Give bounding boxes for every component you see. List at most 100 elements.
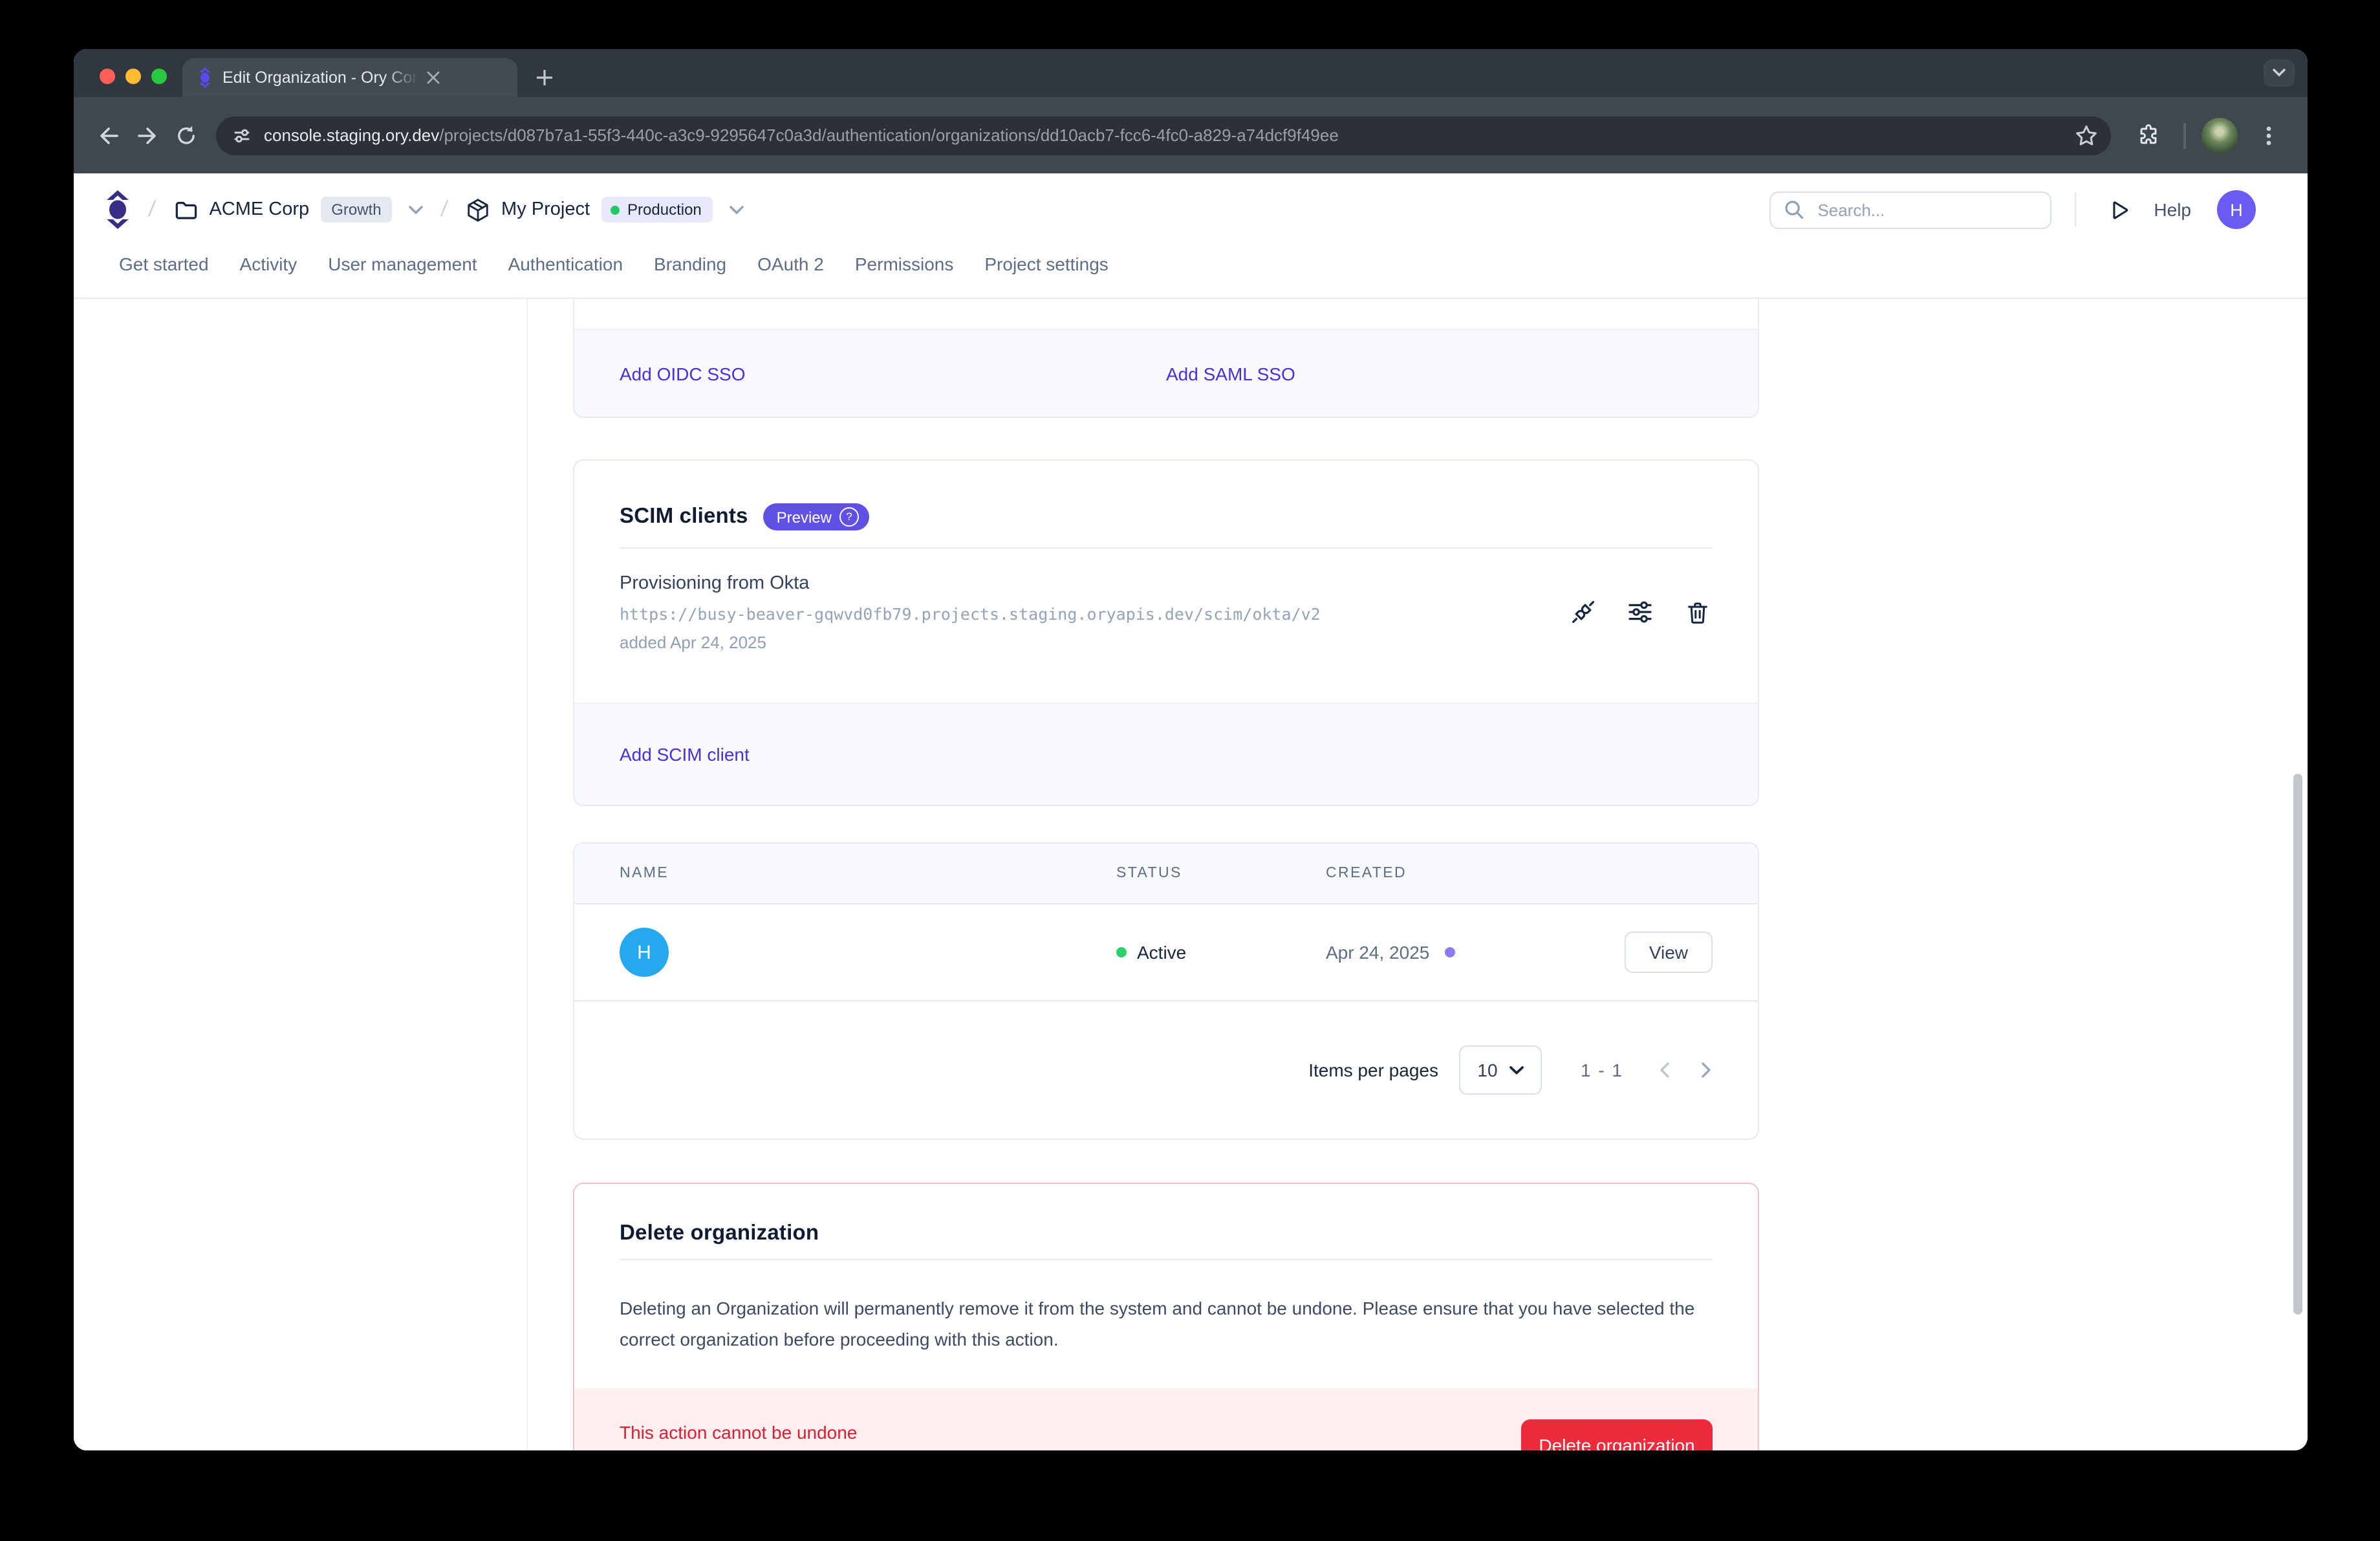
tab-branding[interactable]: Branding	[654, 248, 726, 279]
ory-logo[interactable]	[105, 190, 131, 229]
previous-page-icon[interactable]	[1660, 1062, 1670, 1078]
user-avatar[interactable]: H	[2217, 190, 2256, 229]
active-status-dot	[1116, 947, 1127, 957]
tab-authentication[interactable]: Authentication	[508, 248, 623, 279]
extensions-icon[interactable]	[2129, 116, 2168, 155]
address-bar[interactable]: console.staging.ory.dev/projects/d087b7a…	[216, 116, 2111, 155]
scim-card-title: SCIM clients	[620, 505, 748, 529]
project-nav: Get started Activity User management Aut…	[74, 246, 2308, 299]
page-scrollbar-thumb[interactable]	[2293, 774, 2302, 1315]
add-saml-sso-link[interactable]: Add SAML SSO	[1166, 363, 1295, 384]
project-name: My Project	[501, 199, 590, 220]
tab-close-icon[interactable]	[422, 66, 445, 89]
scim-clients-card: SCIM clients Preview? Provisioning from …	[573, 459, 1759, 806]
add-scim-client-link[interactable]: Add SCIM client	[620, 744, 750, 765]
help-link[interactable]: Help	[2154, 199, 2191, 220]
run-playground-button[interactable]	[2099, 191, 2136, 228]
workspace-switcher[interactable]: ACME Corp Growth	[173, 197, 422, 223]
minimize-window-button[interactable]	[125, 69, 141, 84]
workspace-name: ACME Corp	[209, 199, 309, 220]
tab-permissions[interactable]: Permissions	[855, 248, 954, 279]
tab-search-button[interactable]	[2264, 60, 2295, 87]
delete-card-title: Delete organization	[620, 1221, 819, 1245]
delete-organization-button[interactable]: Delete organization	[1521, 1419, 1713, 1450]
delete-card-footer: This action cannot be undone Delete orga…	[574, 1388, 1758, 1450]
ory-console-page: / ACME Corp Growth / My Projec	[74, 173, 2308, 1450]
tab-get-started[interactable]: Get started	[119, 248, 209, 279]
tab-activity[interactable]: Activity	[240, 248, 298, 279]
items-per-page-label: Items per pages	[1308, 1060, 1438, 1080]
card-divider	[620, 1259, 1713, 1260]
scim-card-footer: Add SCIM client	[574, 703, 1758, 805]
add-oidc-sso-link[interactable]: Add OIDC SSO	[620, 363, 746, 384]
next-page-icon[interactable]	[1701, 1062, 1711, 1078]
org-avatar: H	[620, 928, 669, 977]
table-header-row: NAME STATUS CREATED	[574, 844, 1758, 904]
toolbar-divider	[2183, 122, 2186, 148]
close-window-button[interactable]	[100, 69, 115, 84]
scim-client-url: https://busy-beaver-gqwvd0fb79.projects.…	[620, 604, 1568, 624]
bookmark-star-icon[interactable]	[2070, 118, 2103, 152]
delete-trash-icon[interactable]	[1682, 596, 1713, 628]
ory-favicon-icon	[198, 67, 212, 88]
search-input[interactable]	[1815, 199, 1988, 221]
browser-profile-avatar[interactable]	[2202, 117, 2238, 153]
page-size-select[interactable]: 10	[1459, 1045, 1542, 1095]
project-env-badge: Production	[601, 197, 713, 223]
tab-oauth2[interactable]: OAuth 2	[757, 248, 824, 279]
workspace-plan-badge: Growth	[321, 197, 391, 223]
page-range-label: 1 - 1	[1581, 1060, 1623, 1080]
env-status-dot	[611, 205, 620, 214]
pagination-bar: Items per pages 10 1 - 1	[574, 1001, 1758, 1139]
window-controls	[100, 69, 167, 84]
site-settings-icon[interactable]	[232, 125, 252, 146]
reload-button[interactable]	[167, 116, 206, 155]
browser-menu-icon[interactable]	[2251, 117, 2287, 153]
scim-client-name: Provisioning from Okta	[620, 573, 1568, 594]
delete-warning-text: This action cannot be undone	[620, 1422, 857, 1443]
breadcrumb-separator: /	[147, 197, 157, 223]
back-button[interactable]	[89, 116, 128, 155]
project-switcher[interactable]: My Project Production	[465, 197, 744, 223]
search-input-wrapper	[1769, 191, 2051, 228]
folder-icon	[173, 197, 197, 222]
tab-project-settings[interactable]: Project settings	[984, 248, 1108, 279]
forward-button[interactable]	[128, 116, 167, 155]
search-icon	[1784, 199, 1804, 220]
header-divider	[2075, 193, 2076, 226]
sso-card: Add OIDC SSO Add SAML SSO	[573, 299, 1759, 418]
organization-table-card: NAME STATUS CREATED H Active Apr 24, 202…	[573, 842, 1759, 1140]
tab-title: Edit Organization - Ory Console	[222, 69, 419, 87]
status-cell: Active	[1116, 942, 1326, 963]
content-area: Add OIDC SSO Add SAML SSO SCIM clients P…	[74, 299, 2308, 1450]
tab-user-management[interactable]: User management	[328, 248, 477, 279]
delete-description: Deleting an Organization will permanentl…	[620, 1293, 1713, 1355]
preview-badge[interactable]: Preview?	[764, 503, 869, 530]
test-connection-plug-icon[interactable]	[1568, 596, 1599, 628]
help-circle-icon: ?	[839, 507, 859, 527]
created-indicator-dot	[1445, 947, 1455, 957]
delete-organization-card: Delete organization Deleting an Organiza…	[573, 1183, 1759, 1450]
zoom-window-button[interactable]	[151, 69, 167, 84]
table-row: H Active Apr 24, 2025 View	[574, 904, 1758, 1001]
url-text: console.staging.ory.dev/projects/d087b7a…	[264, 126, 2070, 145]
chevron-down-icon	[730, 205, 744, 214]
created-cell: Apr 24, 2025	[1326, 942, 1625, 963]
configure-sliders-icon[interactable]	[1625, 596, 1656, 628]
tab-strip: Edit Organization - Ory Console	[74, 49, 2308, 97]
browser-window: Edit Organization - Ory Console	[74, 49, 2308, 1450]
browser-toolbar: console.staging.ory.dev/projects/d087b7a…	[74, 97, 2308, 173]
chevron-down-icon	[409, 205, 423, 214]
new-tab-button[interactable]	[528, 61, 561, 94]
column-header-status: STATUS	[1116, 866, 1326, 881]
column-header-name: NAME	[620, 866, 1116, 881]
sidebar-divider	[526, 299, 528, 1450]
sso-card-footer: Add OIDC SSO Add SAML SSO	[574, 329, 1758, 417]
breadcrumb-separator: /	[439, 197, 449, 223]
column-header-created: CREATED	[1326, 866, 1713, 881]
console-header: / ACME Corp Growth / My Projec	[74, 173, 2308, 246]
scim-client-row: Provisioning from Okta https://busy-beav…	[574, 549, 1758, 652]
view-button[interactable]: View	[1625, 932, 1713, 973]
browser-tab[interactable]: Edit Organization - Ory Console	[182, 58, 517, 97]
scim-client-added-date: added Apr 24, 2025	[620, 633, 1568, 652]
